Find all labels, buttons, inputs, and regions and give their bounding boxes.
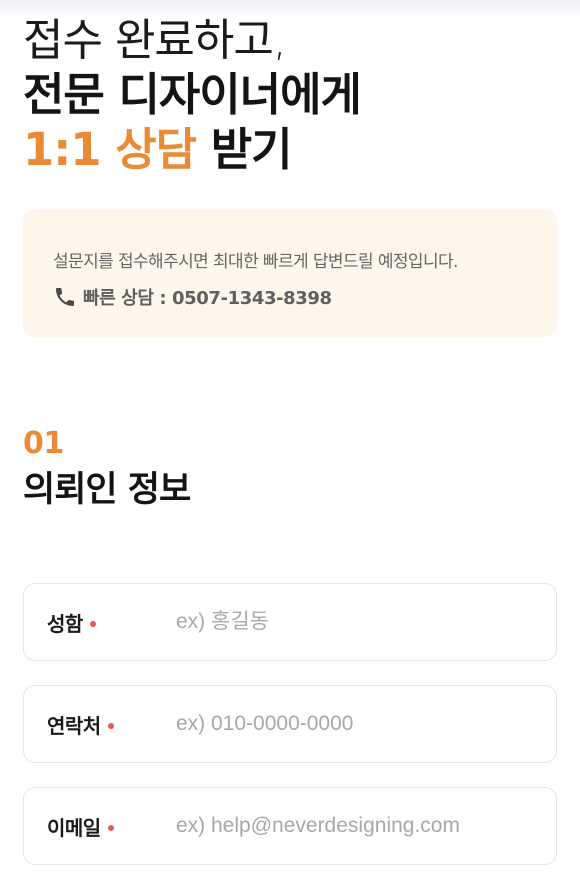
email-field-label: 이메일 <box>47 812 176 841</box>
name-label-text: 성함 <box>47 611 83 636</box>
hero-heading: 접수 완료하고, 전문 디자이너에게 1:1 상담 받기 <box>23 0 557 177</box>
email-field[interactable]: 이메일 <box>23 787 557 866</box>
section-title: 의뢰인 정보 <box>23 470 191 511</box>
hero-line-2: 전문 디자이너에게 <box>23 67 362 121</box>
phone-icon <box>56 288 74 307</box>
required-dot <box>107 723 114 730</box>
hero-line-3-rest: 받기 <box>196 122 293 176</box>
consultation-form-page: 접수 완료하고, 전문 디자이너에게 1:1 상담 받기 설문지를 접수해주시면… <box>0 0 580 892</box>
required-dot <box>107 825 114 832</box>
client-info-section: 01 의뢰인 정보 <box>23 429 557 511</box>
name-input[interactable] <box>176 602 556 643</box>
phone-input[interactable] <box>176 704 556 745</box>
phone-field[interactable]: 연락처 <box>23 685 557 764</box>
phone-label-text: 연락처 <box>47 713 101 738</box>
notice-box: 설문지를 접수해주시면 최대한 빠르게 답변드릴 예정입니다. 빠른 상담 : … <box>23 209 557 338</box>
phone-label: 빠른 상담 : 0507-1343-8398 <box>83 288 332 310</box>
hero-line-3: 1:1 상담 받기 <box>23 123 557 178</box>
required-dot <box>89 621 96 628</box>
email-label-text: 이메일 <box>47 815 101 840</box>
name-field[interactable]: 성함 <box>23 583 557 662</box>
quick-consult-phone[interactable]: 빠른 상담 : 0507-1343-8398 <box>53 284 527 310</box>
phone-field-label: 연락처 <box>47 710 176 739</box>
name-field-label: 성함 <box>47 608 176 637</box>
hero-line-1: 접수 완료하고, <box>23 15 287 66</box>
section-number: 01 <box>23 426 64 462</box>
client-info-form: 성함 연락처 이메일 <box>23 583 557 866</box>
hero-accent-text: 1:1 상담 <box>23 122 197 176</box>
email-input[interactable] <box>176 806 556 847</box>
notice-description: 설문지를 접수해주시면 최대한 빠르게 답변드릴 예정입니다. <box>53 252 458 273</box>
